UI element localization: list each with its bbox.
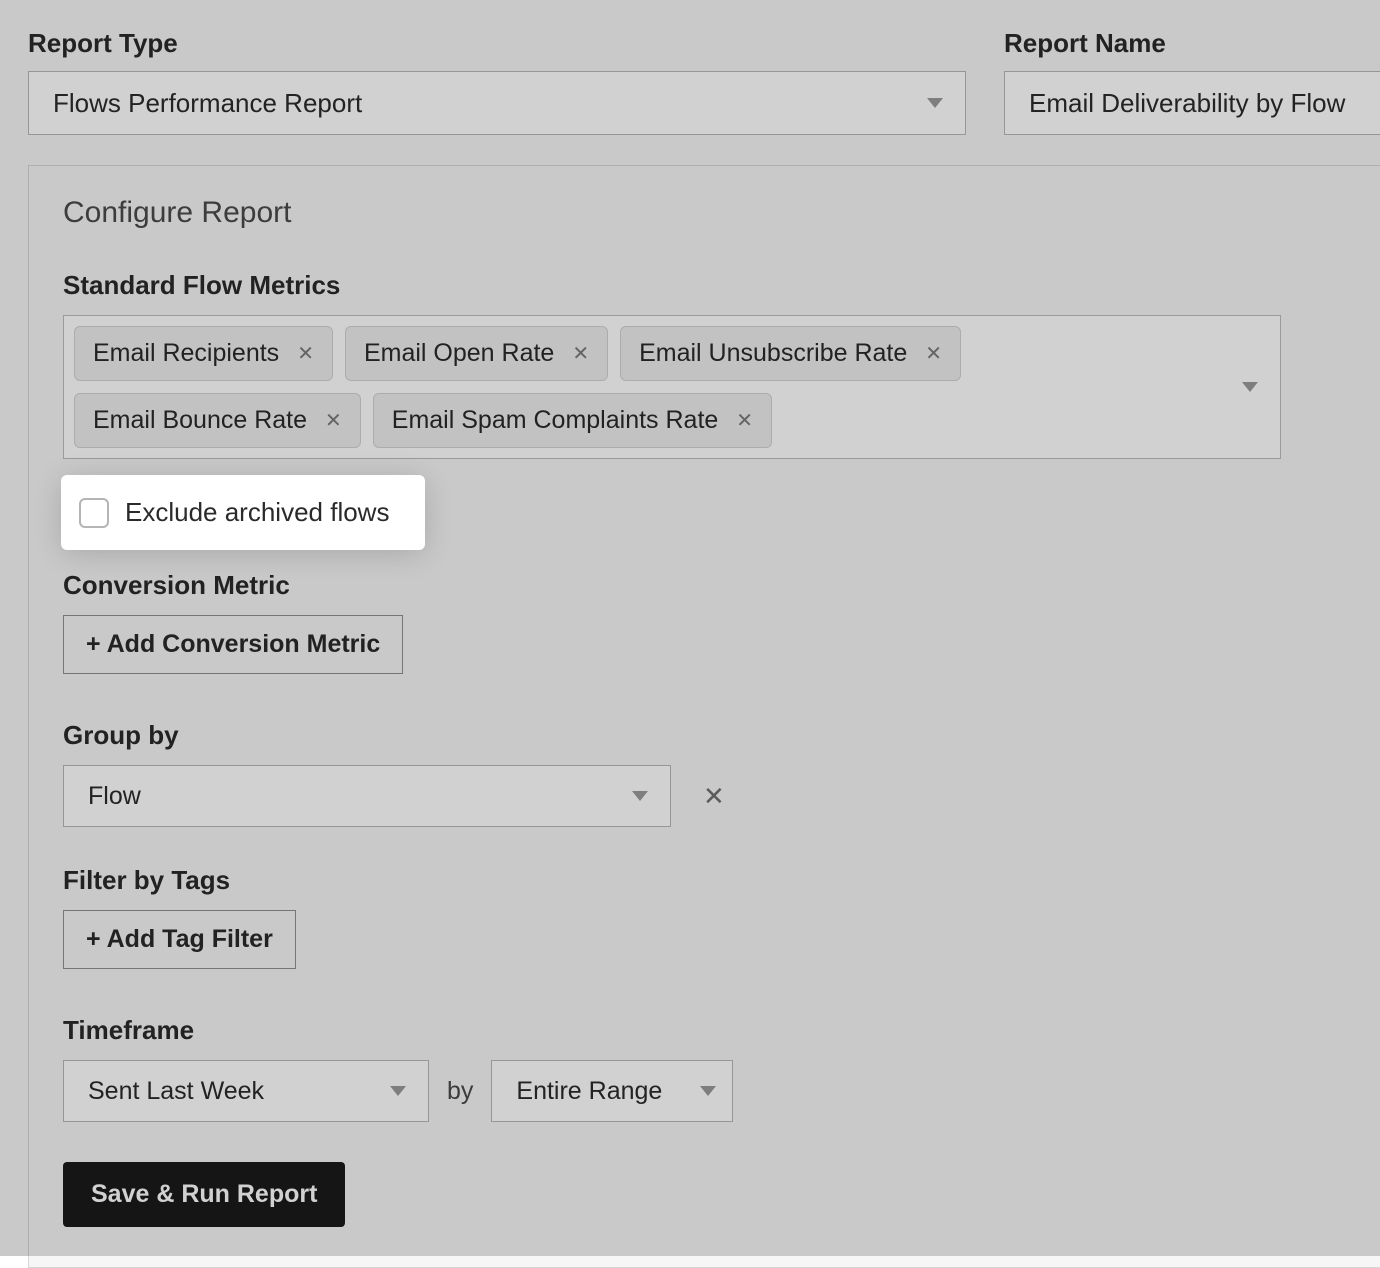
close-icon[interactable]: ✕	[572, 344, 589, 364]
metric-chip-label: Email Unsubscribe Rate	[639, 339, 907, 368]
metric-chip-label: Email Recipients	[93, 339, 279, 368]
report-type-label: Report Type	[28, 28, 966, 59]
chevron-down-icon	[632, 791, 648, 801]
close-icon[interactable]: ✕	[736, 411, 753, 431]
metric-chip: Email Unsubscribe Rate ✕	[620, 326, 961, 381]
metric-chip-label: Email Bounce Rate	[93, 406, 307, 435]
chevron-down-icon	[927, 98, 943, 108]
report-name-input[interactable]	[1004, 71, 1380, 135]
report-name-label: Report Name	[1004, 28, 1380, 59]
conversion-metric-label: Conversion Metric	[63, 570, 1380, 601]
timeframe-value: Sent Last Week	[88, 1077, 264, 1106]
close-icon[interactable]: ✕	[325, 411, 342, 431]
metric-chip-label: Email Spam Complaints Rate	[392, 406, 719, 435]
close-icon[interactable]: ✕	[297, 344, 314, 364]
group-by-select[interactable]: Flow	[63, 765, 671, 827]
report-type-select[interactable]: Flows Performance Report	[28, 71, 966, 135]
timeframe-range-select[interactable]: Entire Range	[491, 1060, 733, 1122]
save-run-report-button[interactable]: Save & Run Report	[63, 1162, 345, 1227]
add-conversion-metric-button[interactable]: + Add Conversion Metric	[63, 615, 403, 674]
metric-chip: Email Open Rate ✕	[345, 326, 608, 381]
metric-chip-label: Email Open Rate	[364, 339, 554, 368]
exclude-archived-label: Exclude archived flows	[125, 497, 389, 528]
close-icon[interactable]: ✕	[925, 344, 942, 364]
chevron-down-icon	[1242, 382, 1258, 392]
report-type-value: Flows Performance Report	[53, 88, 362, 119]
group-by-value: Flow	[88, 782, 141, 811]
remove-group-by-icon[interactable]: ✕	[703, 781, 725, 812]
timeframe-by-label: by	[447, 1077, 473, 1106]
timeframe-range-value: Entire Range	[516, 1077, 662, 1106]
group-by-label: Group by	[63, 720, 1380, 751]
metrics-label: Standard Flow Metrics	[63, 270, 1380, 301]
timeframe-select[interactable]: Sent Last Week	[63, 1060, 429, 1122]
exclude-archived-row: Exclude archived flows	[63, 477, 423, 548]
timeframe-label: Timeframe	[63, 1015, 1380, 1046]
chevron-down-icon	[390, 1086, 406, 1096]
panel-title: Configure Report	[63, 196, 1380, 230]
filter-by-tags-label: Filter by Tags	[63, 865, 1380, 896]
metric-chip: Email Bounce Rate ✕	[74, 393, 361, 448]
configure-report-panel: Configure Report Standard Flow Metrics E…	[28, 165, 1380, 1268]
exclude-archived-checkbox[interactable]	[79, 498, 109, 528]
add-tag-filter-button[interactable]: + Add Tag Filter	[63, 910, 296, 969]
metric-chip: Email Spam Complaints Rate ✕	[373, 393, 772, 448]
chevron-down-icon	[700, 1086, 716, 1096]
metric-chip: Email Recipients ✕	[74, 326, 333, 381]
metrics-multiselect[interactable]: Email Recipients ✕ Email Open Rate ✕ Ema…	[63, 315, 1281, 459]
